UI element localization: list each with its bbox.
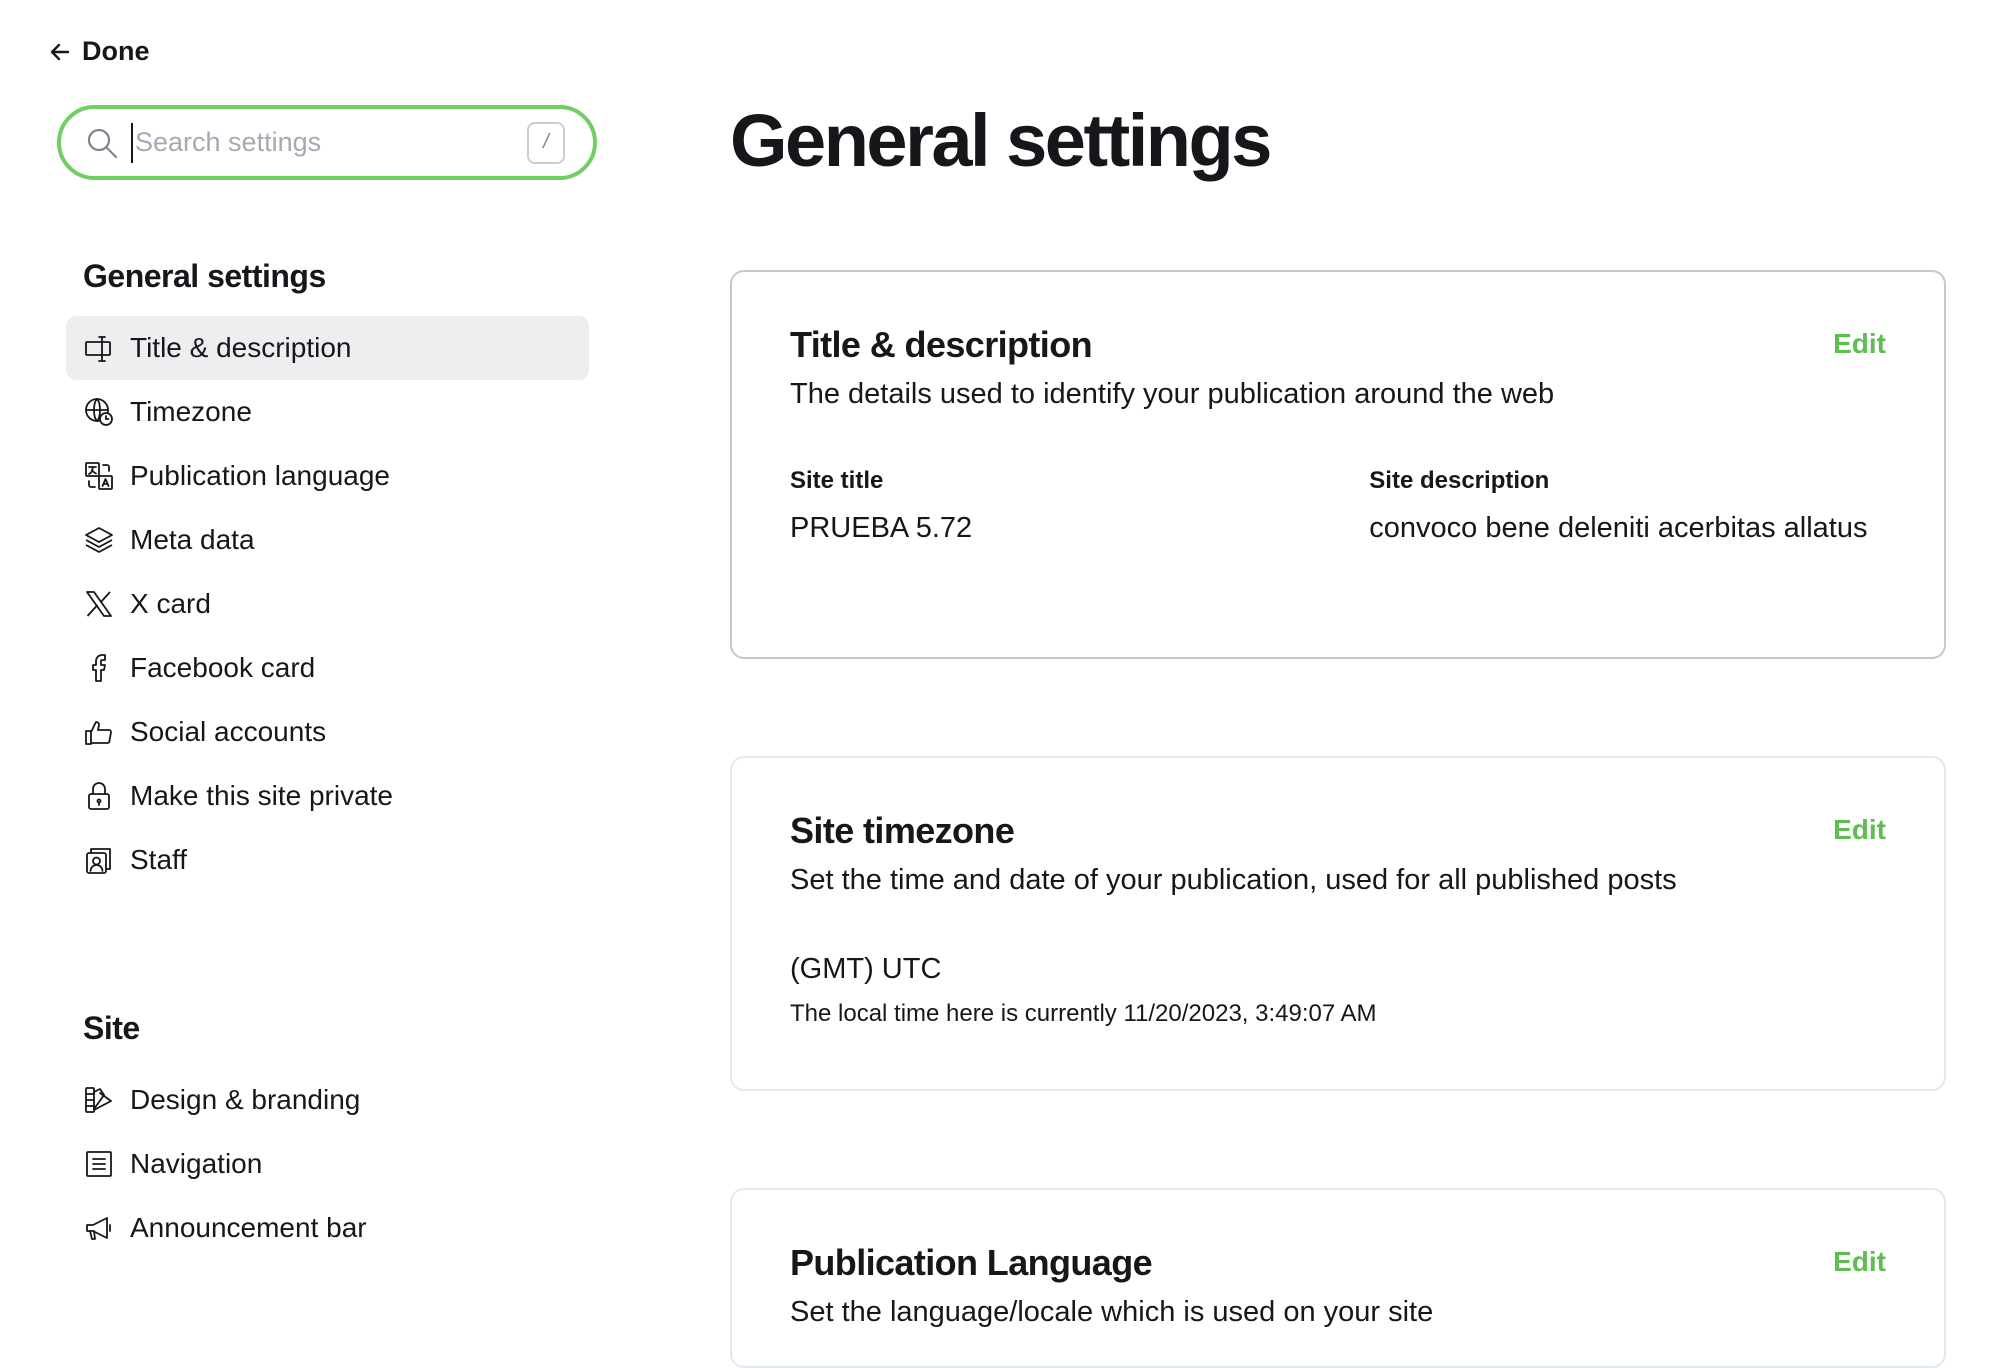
done-label: Done (82, 36, 150, 66)
sidebar-item-social-accounts[interactable]: Social accounts (66, 700, 589, 764)
sidebar-item-publication-language[interactable]: Publication language (66, 444, 589, 508)
site-description-value: convoco bene deleniti acerbitas allatus (1369, 512, 1868, 544)
search-input[interactable] (131, 122, 527, 163)
search-shortcut-key: / (527, 121, 565, 164)
publication-language-card: Publication Language Edit Set the langua… (730, 1188, 1946, 1368)
layers-icon (82, 523, 116, 557)
edit-language-button[interactable]: Edit (1833, 1246, 1886, 1278)
search-icon (87, 128, 118, 158)
sidebar-item-x-card[interactable]: X card (66, 572, 589, 636)
x-logo-icon (82, 587, 116, 621)
lock-icon (82, 779, 116, 813)
card-description: The details used to identify your public… (790, 378, 1555, 410)
arrow-left-icon (50, 43, 70, 60)
title-icon (82, 331, 116, 365)
nav-list-general: Title & description Timezone Publication… (66, 316, 589, 892)
nav-list-site: Design & branding Navigation Announcemen… (66, 1068, 589, 1260)
sidebar-item-design-branding[interactable]: Design & branding (66, 1068, 589, 1132)
site-description-field: Site description convoco bene deleniti a… (1369, 467, 1886, 550)
card-title: Site timezone (790, 810, 1015, 851)
site-title-field: Site title PRUEBA 5.72 (790, 467, 1369, 550)
edit-timezone-button[interactable]: Edit (1833, 814, 1886, 846)
sidebar-item-label: Navigation (130, 1148, 263, 1179)
sidebar-item-meta-data[interactable]: Meta data (66, 508, 589, 572)
site-title-label: Site title (790, 467, 884, 494)
settings-sidebar: Done / General settings Title & descript… (0, 0, 680, 1320)
facebook-icon (82, 651, 116, 685)
title-description-card: Title & description Edit The details use… (730, 270, 1946, 659)
card-description: Set the language/locale which is used on… (790, 1296, 1434, 1328)
local-time-hint: The local time here is currently 11/20/2… (790, 1000, 1377, 1027)
sidebar-item-label: Meta data (130, 524, 255, 555)
sidebar-item-make-site-private[interactable]: Make this site private (66, 764, 589, 828)
card-title: Publication Language (790, 1242, 1153, 1283)
done-button[interactable]: Done (48, 36, 150, 67)
site-timezone-card: Site timezone Edit Set the time and date… (730, 756, 1946, 1091)
timezone-value: (GMT) UTC (790, 953, 942, 985)
sidebar-item-announcement-bar[interactable]: Announcement bar (66, 1196, 589, 1260)
design-icon (82, 1083, 116, 1117)
thumbs-up-icon (82, 715, 116, 749)
search-box[interactable]: / (57, 105, 597, 180)
sidebar-item-label: Staff (130, 844, 188, 875)
sidebar-item-staff[interactable]: Staff (66, 828, 589, 892)
sidebar-item-label: Facebook card (130, 652, 316, 683)
sidebar-item-navigation[interactable]: Navigation (66, 1132, 589, 1196)
sidebar-item-label: Title & description (130, 332, 352, 363)
staff-icon (82, 843, 116, 877)
sidebar-item-label: Announcement bar (130, 1212, 367, 1243)
sidebar-item-timezone[interactable]: Timezone (66, 380, 589, 444)
sidebar-item-label: Social accounts (130, 716, 327, 747)
settings-main: General settings Title & description Edi… (730, 0, 1950, 1368)
site-description-label: Site description (1369, 467, 1550, 494)
megaphone-icon (82, 1211, 116, 1245)
sidebar-item-title-description[interactable]: Title & description (66, 316, 589, 380)
navigation-icon (82, 1147, 116, 1181)
sidebar-item-label: X card (130, 588, 211, 619)
page-title: General settings (730, 99, 1272, 182)
sidebar-item-label: Publication language (130, 460, 390, 491)
translate-icon (82, 459, 116, 493)
nav-group-title-general: General settings (83, 258, 326, 294)
sidebar-item-label: Make this site private (130, 780, 393, 811)
card-description: Set the time and date of your publicatio… (790, 864, 1677, 896)
sidebar-item-label: Timezone (130, 396, 252, 427)
nav-group-title-site: Site (83, 1010, 140, 1046)
sidebar-item-label: Design & branding (130, 1084, 361, 1115)
card-title: Title & description (790, 324, 1093, 365)
sidebar-item-facebook-card[interactable]: Facebook card (66, 636, 589, 700)
edit-title-description-button[interactable]: Edit (1833, 328, 1886, 360)
site-title-value: PRUEBA 5.72 (790, 512, 973, 544)
field-row: Site title PRUEBA 5.72 Site description … (790, 467, 1886, 550)
globe-clock-icon (82, 395, 116, 429)
